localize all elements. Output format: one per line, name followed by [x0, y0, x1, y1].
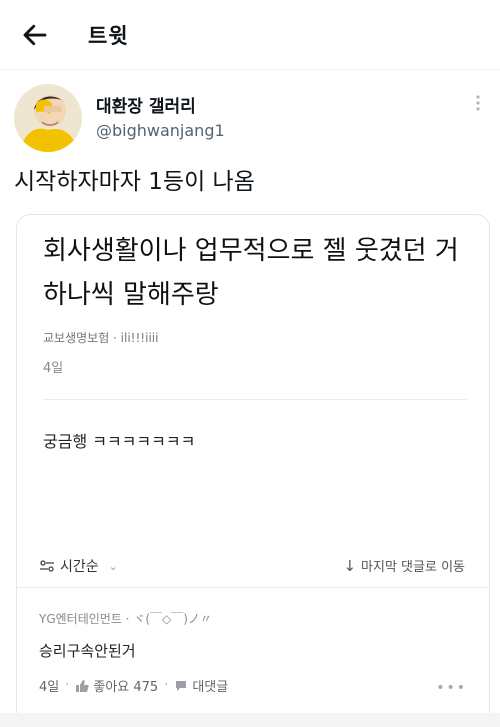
post-comment: 궁금행 ㅋㅋㅋㅋㅋㅋㅋ [43, 432, 196, 451]
arrow-down-icon: ↓ [343, 556, 357, 575]
more-options-icon[interactable]: ••• [436, 680, 467, 696]
chevron-down-icon: ⌄ [108, 559, 118, 573]
divider [43, 399, 467, 400]
top-bar: 트윗 [0, 0, 500, 70]
sort-label: 시간순 [60, 559, 99, 575]
embedded-post-card[interactable]: 회사생활이나 업무적으로 젤 웃겼던 거 하나씩 말해주랑 교보생명보험 · i… [16, 214, 490, 727]
reply-date: 4일 [39, 680, 60, 695]
reply-label: 대댓글 [192, 680, 229, 695]
like-count: 좋아요 475 [93, 680, 159, 695]
speech-bubble-icon [176, 680, 187, 691]
author-name[interactable]: 대환장 갤러리 [96, 92, 196, 117]
more-options-icon[interactable] [466, 94, 490, 112]
reply-text: 승리구속안된거 [39, 642, 136, 660]
post-date: 4일 [43, 361, 64, 376]
reply-author: YG엔터테인먼트 · ヾ(￣◇￣)ノ〃 [39, 612, 212, 626]
reply-item: YG엔터테인먼트 · ヾ(￣◇￣)ノ〃 승리구속안된거 4일 · 좋아요 475… [17, 587, 489, 727]
sort-icon [40, 560, 54, 572]
post-title: 회사생활이나 업무적으로 젤 웃겼던 거 하나씩 말해주랑 [43, 236, 459, 310]
avatar[interactable] [14, 84, 82, 152]
tweet-text: 시작하자마자 1등이 나옴 [14, 169, 255, 195]
reply-footer: 4일 · 좋아요 475 · 대댓글 [39, 676, 229, 695]
back-arrow-icon[interactable] [20, 20, 50, 50]
page-title: 트윗 [88, 24, 129, 48]
thumbs-up-icon [76, 679, 90, 692]
bottom-edge [0, 713, 500, 727]
like-button[interactable]: 좋아요 475 [75, 676, 158, 695]
author-handle[interactable]: @bighwanjang1 [96, 121, 225, 140]
reply-button[interactable]: 대댓글 [174, 676, 228, 695]
sort-dropdown[interactable]: 시간순 ⌄ [39, 556, 118, 576]
jump-to-last-comment-link[interactable]: ↓ 마지막 댓글로 이동 [343, 556, 465, 576]
post-meta: 교보생명보험 · ili!!!iiii [43, 331, 159, 345]
jump-label: 마지막 댓글로 이동 [361, 560, 465, 575]
